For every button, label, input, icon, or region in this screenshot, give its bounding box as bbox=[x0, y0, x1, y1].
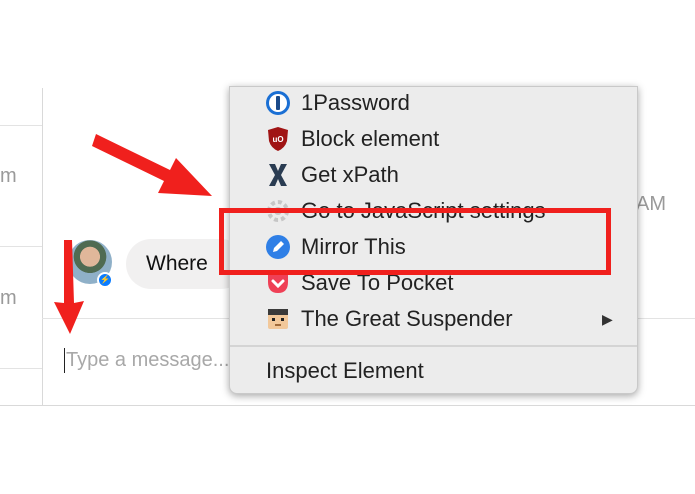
message-input[interactable] bbox=[66, 345, 236, 375]
xpath-x-icon bbox=[269, 164, 287, 186]
ublock-shield-icon: uO bbox=[268, 127, 288, 151]
menu-item-label: The Great Suspender bbox=[301, 306, 513, 331]
menu-item-label: Inspect Element bbox=[266, 358, 424, 383]
suspender-face-icon bbox=[268, 309, 288, 329]
menu-item-label: 1Password bbox=[301, 90, 410, 115]
conversation-timestamp: m bbox=[0, 165, 17, 187]
menu-item-block-element[interactable]: uO Block element bbox=[230, 123, 637, 159]
menu-item-inspect-element[interactable]: Inspect Element bbox=[230, 355, 637, 391]
svg-text:uO: uO bbox=[272, 135, 283, 144]
conversation-timestamp: m bbox=[0, 287, 17, 309]
menu-item-great-suspender[interactable]: The Great Suspender ▶ bbox=[230, 303, 637, 339]
window-bottom-border bbox=[0, 405, 695, 406]
messenger-badge-icon: ⚡ bbox=[97, 272, 113, 288]
conversation-list-divider bbox=[42, 88, 43, 406]
menu-separator bbox=[230, 345, 637, 347]
message-timestamp: AM bbox=[636, 193, 666, 215]
list-row-divider bbox=[0, 125, 42, 126]
list-row-divider bbox=[0, 246, 42, 247]
menu-item-label: Get xPath bbox=[301, 162, 399, 187]
menu-item-1password[interactable]: 1Password bbox=[230, 87, 637, 123]
list-row-divider bbox=[0, 368, 42, 369]
menu-item-label: Block element bbox=[301, 126, 440, 151]
message-text: Where bbox=[146, 252, 208, 275]
1password-icon bbox=[266, 91, 290, 115]
menu-item-get-xpath[interactable]: Get xPath bbox=[230, 159, 637, 195]
text-caret bbox=[64, 348, 65, 373]
highlight-box-annotation bbox=[219, 208, 611, 275]
submenu-arrow-icon: ▶ bbox=[602, 311, 613, 327]
